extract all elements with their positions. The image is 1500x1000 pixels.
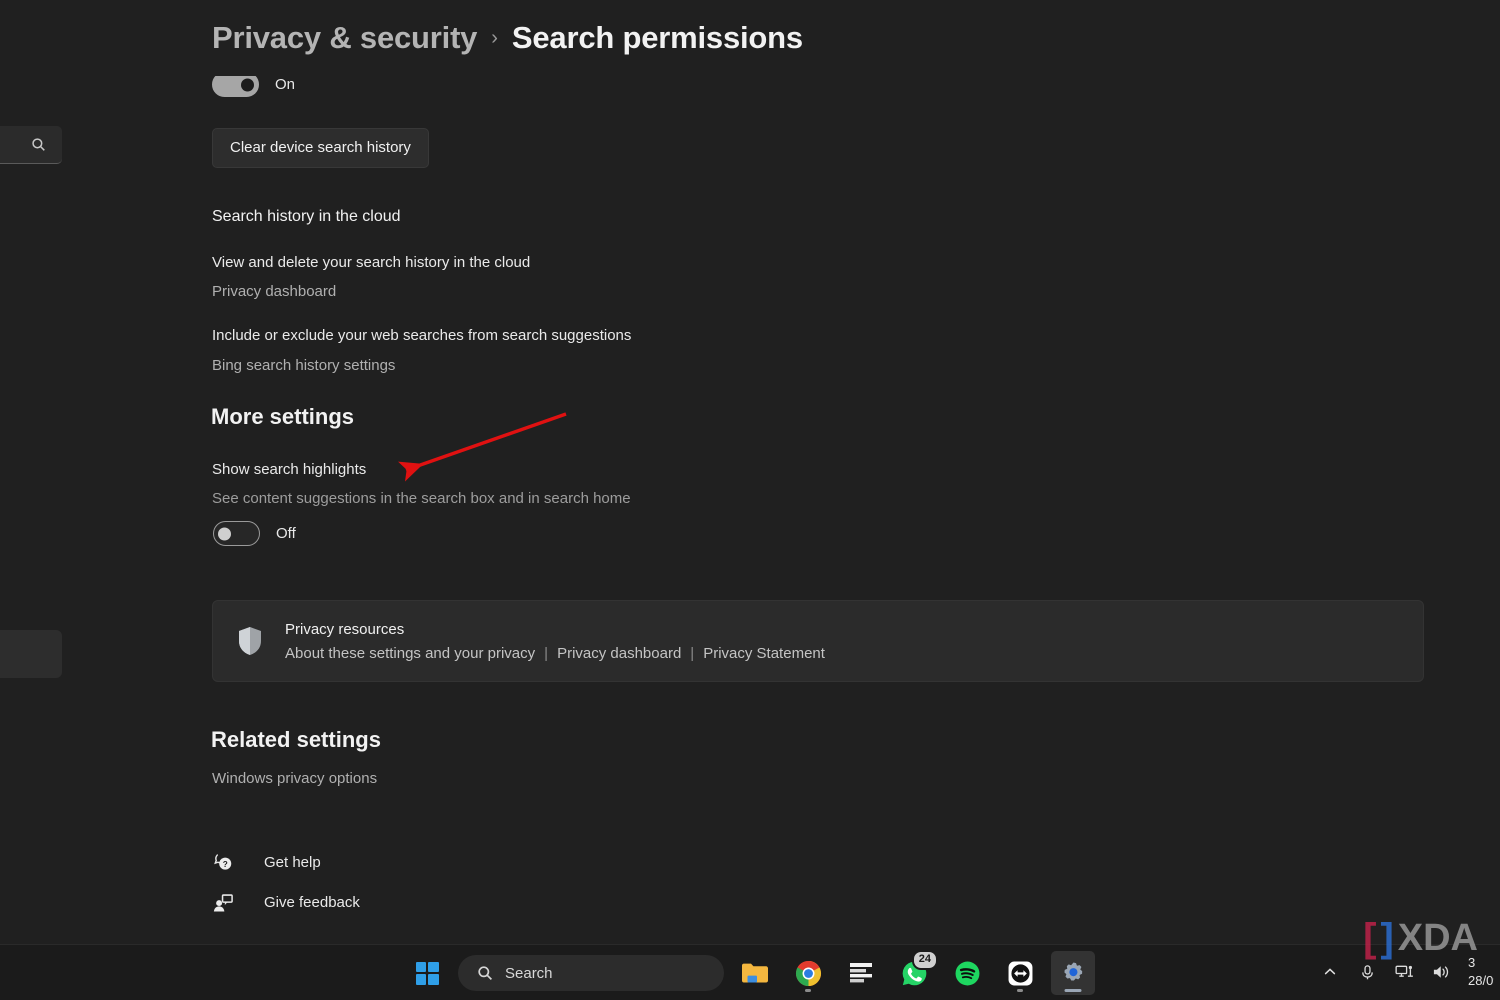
microphone-icon[interactable] bbox=[1357, 962, 1377, 982]
show-search-highlights-toggle[interactable] bbox=[213, 521, 260, 546]
chevron-up-icon[interactable] bbox=[1320, 962, 1340, 982]
page-title: Search permissions bbox=[511, 20, 803, 55]
running-indicator bbox=[1017, 989, 1023, 992]
folder-icon bbox=[742, 963, 768, 983]
settings-window: On Clear device search history Search hi… bbox=[0, 0, 1500, 1000]
toggle-knob bbox=[218, 527, 231, 540]
privacy-resources-links: About these settings and your privacy | … bbox=[285, 645, 825, 662]
taskbar-app-settings[interactable] bbox=[1051, 951, 1095, 995]
taskbar-center-group: Search 24 bbox=[405, 945, 1095, 1000]
privacy-resources-texts: Privacy resources About these settings a… bbox=[285, 621, 825, 662]
privacy-resources-card: Privacy resources About these settings a… bbox=[212, 600, 1424, 682]
taskbar-app-google-chrome[interactable] bbox=[786, 951, 830, 995]
taskbar-search-placeholder: Search bbox=[505, 964, 553, 982]
windows-logo-icon bbox=[415, 961, 439, 985]
link-separator: | bbox=[690, 644, 695, 662]
toggle-knob bbox=[241, 78, 254, 91]
stacked-lines-icon bbox=[850, 963, 872, 983]
bing-search-history-settings-link[interactable]: Bing search history settings bbox=[212, 357, 395, 374]
gear-icon bbox=[1063, 962, 1082, 980]
help-question-bubble-icon: ? bbox=[212, 851, 234, 873]
privacy-statement-link[interactable]: Privacy Statement bbox=[703, 645, 825, 662]
cloud-item1-text: View and delete your search history in t… bbox=[212, 254, 531, 271]
network-icon[interactable] bbox=[1394, 962, 1414, 982]
show-search-highlights-toggle-row: Off bbox=[213, 521, 296, 546]
clock-date: 28/09 bbox=[1468, 973, 1494, 988]
start-button[interactable] bbox=[405, 951, 449, 995]
taskbar-search-box[interactable]: Search bbox=[458, 955, 724, 991]
link-separator: | bbox=[544, 644, 549, 662]
more-settings-title: More settings bbox=[211, 404, 355, 429]
cloud-section-title: Search history in the cloud bbox=[212, 208, 401, 225]
get-help-row[interactable]: ? Get help bbox=[212, 851, 321, 873]
breadcrumb-parent[interactable]: Privacy & security bbox=[212, 20, 477, 56]
settings-scroll-area: On Clear device search history Search hi… bbox=[0, 0, 1500, 940]
taskbar-app-file-explorer[interactable] bbox=[733, 951, 777, 995]
breadcrumb: Privacy & security › Search permissions bbox=[212, 20, 827, 56]
search-icon bbox=[478, 966, 493, 981]
volume-icon[interactable] bbox=[1431, 962, 1451, 982]
svg-text:?: ? bbox=[222, 859, 227, 868]
settings-content: On Clear device search history Search hi… bbox=[0, 0, 1500, 940]
privacy-dashboard-link[interactable]: Privacy dashboard bbox=[212, 283, 336, 300]
chrome-icon bbox=[795, 960, 821, 986]
feedback-person-bubble-icon bbox=[212, 891, 234, 913]
shield-icon bbox=[239, 627, 261, 655]
system-tray: 3 28/09 bbox=[1320, 944, 1500, 1000]
privacy-resources-title: Privacy resources bbox=[285, 620, 405, 638]
show-search-highlights-description: See content suggestions in the search bo… bbox=[212, 490, 631, 507]
chevron-right-icon: › bbox=[491, 26, 498, 49]
give-feedback-row[interactable]: Give feedback bbox=[212, 891, 360, 913]
related-settings-title: Related settings bbox=[211, 727, 381, 752]
give-feedback-label: Give feedback bbox=[264, 893, 360, 911]
privacy-dashboard-card-link[interactable]: Privacy dashboard bbox=[557, 645, 681, 662]
show-search-highlights-label: Show search highlights bbox=[212, 461, 367, 478]
show-search-highlights-toggle-label: Off bbox=[276, 525, 296, 542]
taskbar: Search 24 3 28/0 bbox=[0, 944, 1500, 1000]
get-help-label: Get help bbox=[264, 853, 321, 871]
clock[interactable]: 3 28/09 bbox=[1468, 954, 1494, 989]
running-indicator bbox=[805, 989, 811, 992]
spotify-icon bbox=[955, 961, 979, 985]
active-indicator bbox=[1064, 989, 1082, 992]
about-settings-privacy-link[interactable]: About these settings and your privacy bbox=[285, 645, 535, 662]
whatsapp-badge-count: 24 bbox=[911, 950, 938, 970]
clear-device-search-history-button[interactable]: Clear device search history bbox=[212, 128, 429, 168]
taskbar-app-whatsapp[interactable]: 24 bbox=[892, 950, 938, 995]
windows-privacy-options-link[interactable]: Windows privacy options bbox=[212, 770, 377, 787]
cloud-item2-text: Include or exclude your web searches fro… bbox=[212, 327, 632, 344]
taskbar-app-spotify[interactable] bbox=[945, 951, 989, 995]
taskbar-app-teamviewer[interactable] bbox=[998, 951, 1042, 995]
device-search-history-toggle-label: On bbox=[275, 76, 296, 93]
clock-time: 3 bbox=[1468, 955, 1476, 971]
double-arrow-icon bbox=[1008, 961, 1032, 985]
taskbar-app-striped[interactable] bbox=[839, 951, 883, 995]
